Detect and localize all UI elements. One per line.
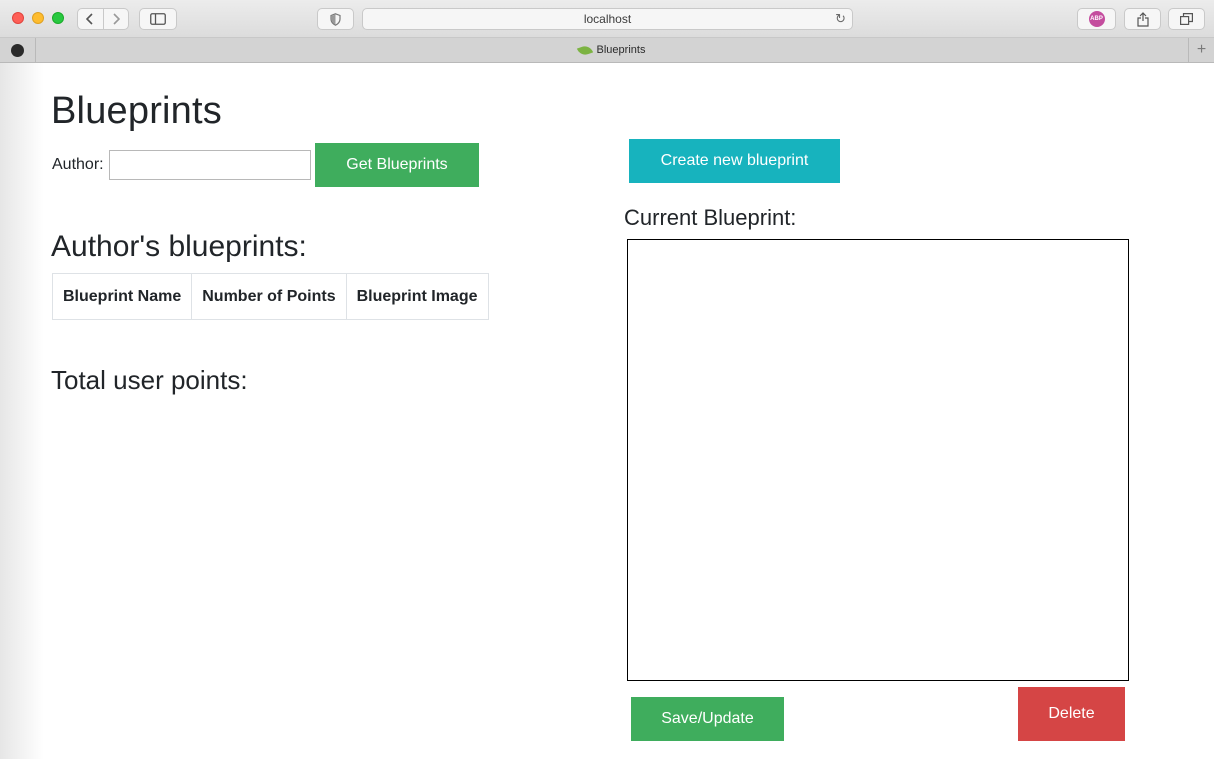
github-icon [11,43,24,57]
minimize-window-button[interactable] [32,12,44,24]
column-header-image: Blueprint Image [345,273,489,320]
tab-title: Blueprints [596,44,646,56]
sidebar-toggle-button[interactable] [139,8,177,30]
back-icon [86,13,93,25]
column-header-points: Number of Points [191,273,347,320]
nav-buttons [77,8,129,30]
delete-button[interactable]: Delete [1018,687,1125,741]
reload-icon[interactable]: ↻ [835,11,846,27]
privacy-report-button[interactable] [317,8,354,30]
pinned-tab-github[interactable] [0,38,36,62]
spring-leaf-icon [576,43,593,57]
close-window-button[interactable] [12,12,24,24]
tab-overview-button[interactable] [1168,8,1205,30]
author-input[interactable] [109,150,311,180]
column-header-name: Blueprint Name [51,273,193,320]
tab-bar: Blueprints + [0,38,1214,63]
sidebar-icon [150,13,166,25]
create-blueprint-button[interactable]: Create new blueprint [629,139,840,183]
share-icon [1136,11,1149,27]
tab-blueprints[interactable]: Blueprints [36,38,1187,62]
share-button[interactable] [1124,8,1161,30]
save-update-button[interactable]: Save/Update [631,697,784,741]
abp-icon: ABP [1088,11,1105,27]
new-tab-button[interactable]: + [1188,38,1214,62]
page-left-shadow [0,63,44,759]
back-button[interactable] [78,9,103,29]
shield-icon [330,12,341,26]
forward-icon [113,13,120,25]
address-bar[interactable]: localhost ↻ [362,8,853,30]
adblock-extension-button[interactable]: ABP [1077,8,1116,30]
forward-button[interactable] [102,9,129,29]
author-label: Author: [52,156,104,173]
blueprint-canvas[interactable] [627,239,1129,681]
get-blueprints-button[interactable]: Get Blueprints [315,143,479,187]
url-text: localhost [583,12,632,26]
blueprints-table: Blueprint Name Number of Points Blueprin… [51,273,489,320]
total-user-points-heading: Total user points: [51,365,248,395]
tabs-overview-icon [1180,13,1193,25]
table-header-row: Blueprint Name Number of Points Blueprin… [51,273,489,320]
current-blueprint-heading: Current Blueprint: [624,205,797,230]
page-title: Blueprints [51,90,222,132]
authors-blueprints-heading: Author's blueprints: [51,230,307,263]
browser-titlebar: localhost ↻ ABP [0,0,1214,38]
fullscreen-window-button[interactable] [52,12,64,24]
